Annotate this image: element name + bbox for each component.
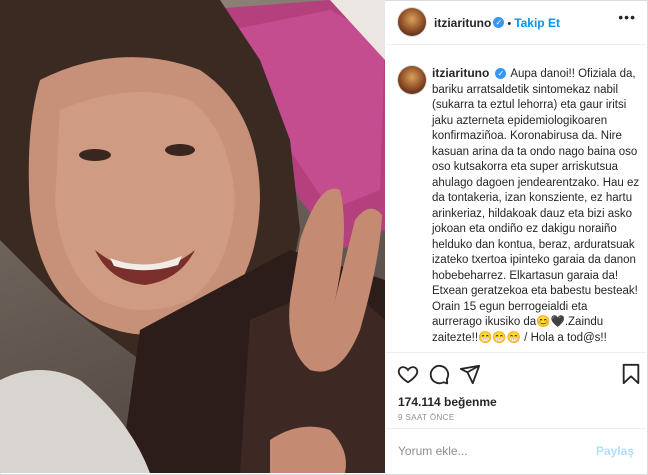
caption: itziarituno ✓ Aupa danoi!! Ofiziala da, ba… [432,66,640,346]
verified-badge-icon: ✓ [495,68,507,80]
share-icon[interactable] [459,363,481,385]
post-side-panel: itziarituno ✓ • Takip Et ••• itziarituno ✓ Au… [386,0,646,473]
header-separator: • [507,18,512,30]
more-options-icon[interactable]: ••• [618,9,636,25]
caption-avatar[interactable] [398,66,426,94]
avatar[interactable] [398,8,426,36]
caption-area: itziarituno ✓ Aupa danoi!! Ofiziala da, ba… [386,52,646,352]
post-time[interactable]: 9 SAAT ÖNCE [398,413,455,422]
comment-icon[interactable] [428,363,450,385]
verified-badge-icon: ✓ [493,17,505,29]
selfie-illustration [0,0,385,473]
bookmark-icon[interactable] [620,363,642,385]
post-header: itziarituno ✓ • Takip Et ••• [386,0,646,45]
likes-count[interactable]: 174.114 beğenme [398,395,497,409]
header-user-line: itziarituno ✓ • Takip Et [434,14,560,32]
follow-button[interactable]: Takip Et [514,16,560,30]
header-username[interactable]: itziarituno [434,16,491,30]
comment-bar: Paylaş [386,428,646,474]
post-photo[interactable] [0,0,385,473]
comment-input[interactable] [398,442,588,460]
caption-username[interactable]: itziarituno [432,66,489,80]
caption-text: Aupa danoi!! Ofiziala da, bariku arratsa… [432,68,640,344]
heart-icon[interactable] [397,363,419,385]
post-comment-button[interactable]: Paylaş [596,444,634,458]
